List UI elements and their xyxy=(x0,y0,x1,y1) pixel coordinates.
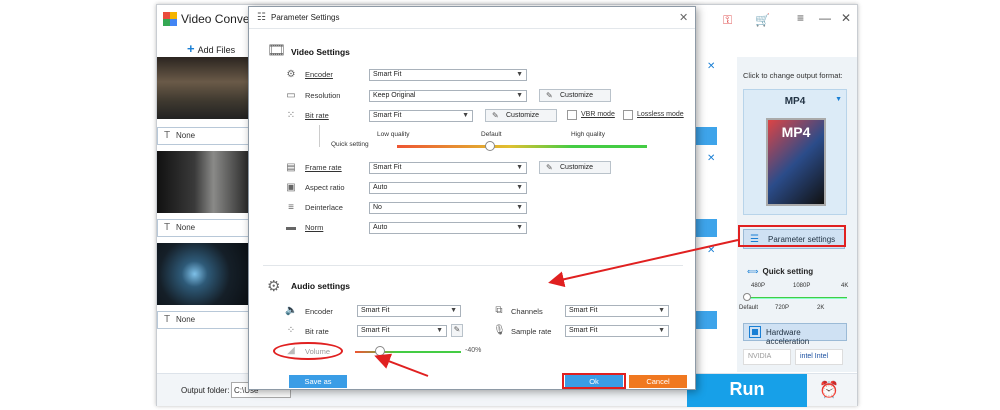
annotation-arrows xyxy=(374,239,739,377)
annotation-arrow-to-volume xyxy=(374,353,429,377)
annotation-arrow-to-audio xyxy=(548,239,739,288)
